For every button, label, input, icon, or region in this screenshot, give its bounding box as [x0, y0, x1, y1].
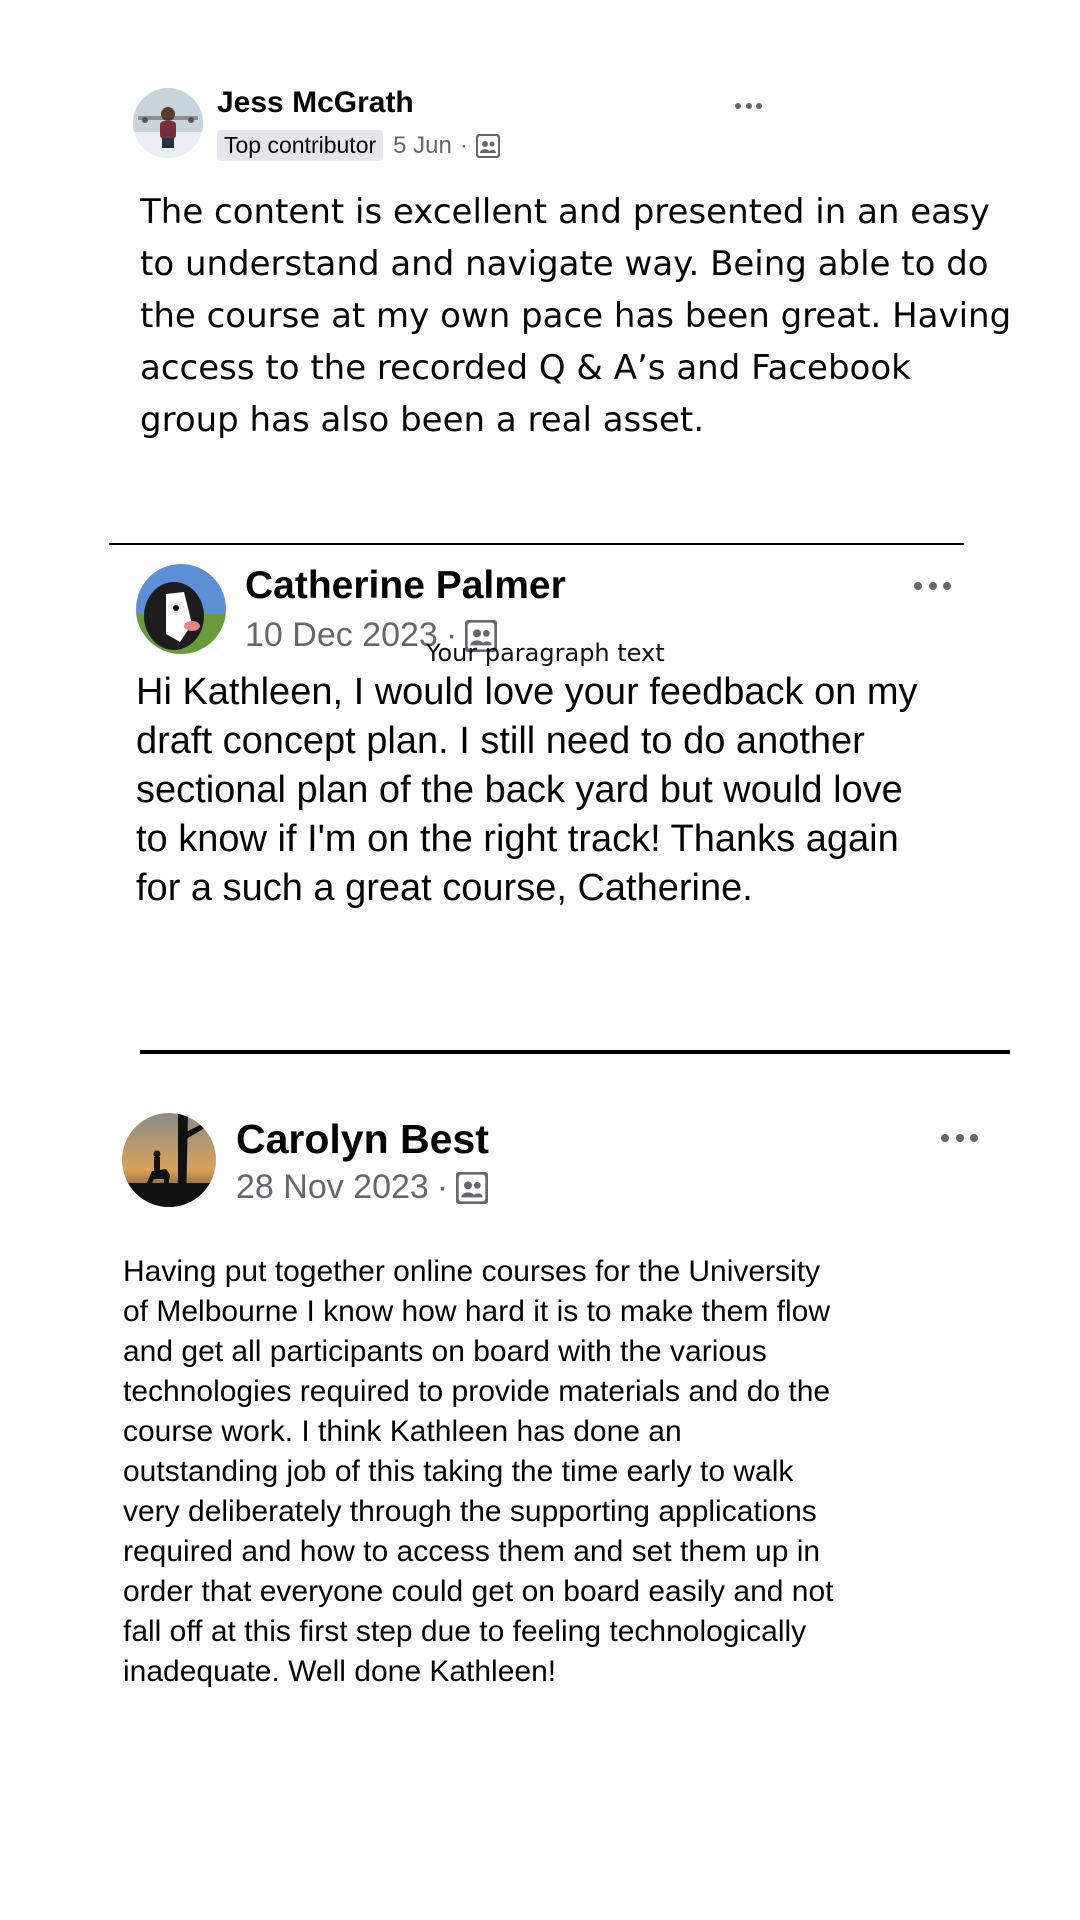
- review-text-line: Having put together online courses for t…: [123, 1255, 821, 1288]
- avatar-image: [133, 88, 203, 158]
- review-text-line: outstanding job of this taking the time …: [123, 1455, 794, 1488]
- avatar-image: [122, 1113, 216, 1207]
- review-text-line: fall off at this first step due to feeli…: [123, 1615, 807, 1648]
- post-date[interactable]: 5 Jun: [393, 132, 452, 160]
- post-meta: 28 Nov 2023 ·: [236, 1168, 489, 1207]
- review-text-line: required and how to access them and set …: [123, 1535, 821, 1568]
- members-icon: [456, 1171, 489, 1204]
- top-contributor-badge: Top contributor: [217, 130, 384, 161]
- avatar[interactable]: [136, 564, 226, 654]
- divider-line: [109, 543, 964, 545]
- separator: ·: [459, 131, 468, 159]
- divider-line: [140, 1050, 1010, 1054]
- review-text-line: inadequate. Well done Kathleen!: [123, 1655, 557, 1688]
- review-text-line: course work. I think Kathleen has done a…: [123, 1415, 682, 1448]
- review-text-line: of Melbourne I know how hard it is to ma…: [123, 1295, 830, 1328]
- review-text: Having put together online courses for t…: [123, 1252, 933, 1692]
- more-options-icon[interactable]: [735, 103, 762, 109]
- review-text-line: technologies required to provide materia…: [123, 1375, 831, 1408]
- avatar-image: [136, 564, 226, 654]
- review-text-line: and get all participants on board with t…: [123, 1335, 767, 1368]
- review-text: Hi Kathleen, I would love your feedback …: [136, 671, 918, 909]
- more-options-icon[interactable]: [941, 1134, 978, 1142]
- separator: ·: [436, 1168, 449, 1206]
- post-date[interactable]: 10 Dec 2023: [245, 616, 438, 655]
- author-name[interactable]: Carolyn Best: [236, 1116, 489, 1163]
- review-text-line: very deliberately through the supporting…: [123, 1495, 817, 1528]
- members-icon: [475, 133, 500, 158]
- author-name[interactable]: Catherine Palmer: [245, 564, 566, 608]
- author-name[interactable]: Jess McGrath: [217, 86, 414, 120]
- post-meta: Top contributor 5 Jun ·: [217, 130, 500, 161]
- avatar[interactable]: [133, 88, 203, 158]
- avatar[interactable]: [122, 1113, 216, 1207]
- overlay-paragraph-text: Your paragraph text: [426, 639, 665, 667]
- review-text: The content is excellent and presented i…: [140, 192, 1012, 440]
- more-options-icon[interactable]: [914, 582, 951, 590]
- post-date[interactable]: 28 Nov 2023: [236, 1168, 429, 1207]
- review-text-line: order that everyone could get on board e…: [123, 1575, 834, 1608]
